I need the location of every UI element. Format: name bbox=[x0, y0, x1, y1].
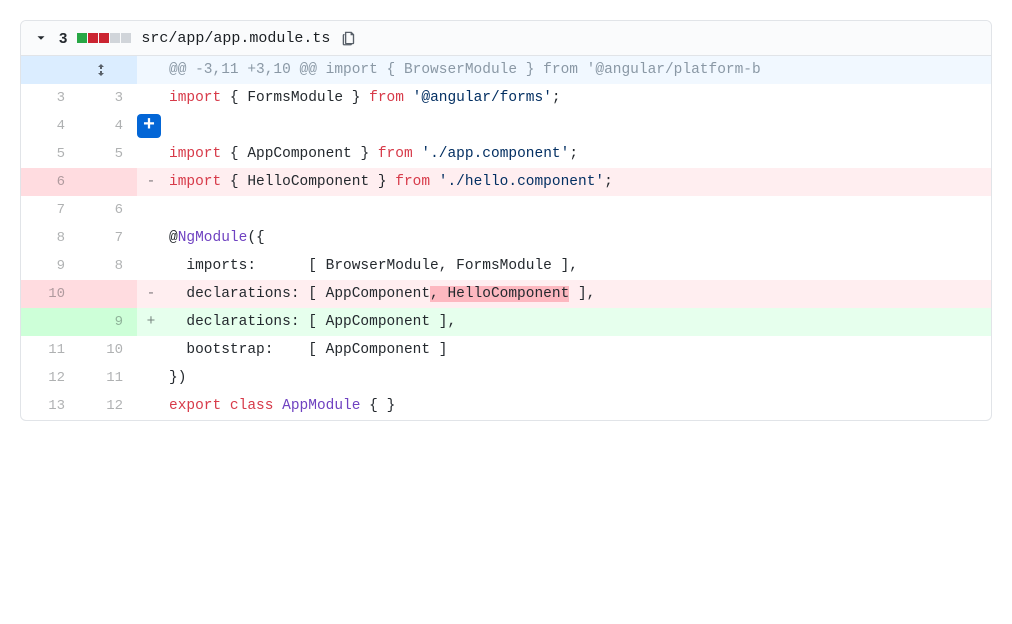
diff-marker bbox=[137, 392, 165, 420]
diff-marker bbox=[137, 196, 165, 224]
line-number-new[interactable]: 3 bbox=[79, 84, 137, 112]
line-number-old[interactable]: 11 bbox=[21, 336, 79, 364]
line-number-old[interactable]: 7 bbox=[21, 196, 79, 224]
line-number-old[interactable]: 5 bbox=[21, 140, 79, 168]
diff-body: @@ -3,11 +3,10 @@ import { BrowserModule… bbox=[21, 56, 991, 420]
line-number-new[interactable]: 4 bbox=[79, 112, 137, 140]
line-number-new[interactable]: 6 bbox=[79, 196, 137, 224]
diff-marker bbox=[137, 252, 165, 280]
diffstat-square bbox=[99, 33, 109, 43]
diff-marker: - bbox=[137, 168, 165, 196]
code-cell bbox=[165, 112, 991, 140]
line-number-new[interactable]: 11 bbox=[79, 364, 137, 392]
change-count: 3 bbox=[59, 30, 67, 47]
line-number-old[interactable]: 4 bbox=[21, 112, 79, 140]
diff-row: 98 imports: [ BrowserModule, FormsModule… bbox=[21, 252, 991, 280]
diff-marker bbox=[137, 84, 165, 112]
line-number-old[interactable] bbox=[21, 308, 79, 336]
line-number-new[interactable]: 12 bbox=[79, 392, 137, 420]
diff-table: @@ -3,11 +3,10 @@ import { BrowserModule… bbox=[21, 56, 991, 420]
diff-marker: + bbox=[137, 112, 165, 140]
diffstat-square bbox=[110, 33, 120, 43]
code-cell: declarations: [ AppComponent ], bbox=[165, 308, 991, 336]
expand-icon bbox=[79, 56, 123, 84]
line-number-old[interactable]: 12 bbox=[21, 364, 79, 392]
code-cell: bootstrap: [ AppComponent ] bbox=[165, 336, 991, 364]
diff-row: 76 bbox=[21, 196, 991, 224]
line-number-old[interactable]: 8 bbox=[21, 224, 79, 252]
diff-row: 1211}) bbox=[21, 364, 991, 392]
diffstat-square bbox=[77, 33, 87, 43]
diff-row: 10 - declarations: [ AppComponent, HelloC… bbox=[21, 280, 991, 308]
diff-marker bbox=[137, 336, 165, 364]
line-number-old[interactable]: 3 bbox=[21, 84, 79, 112]
line-number-new[interactable] bbox=[79, 168, 137, 196]
diff-marker bbox=[137, 364, 165, 392]
code-cell: declarations: [ AppComponent, HelloCompo… bbox=[165, 280, 991, 308]
line-number-new[interactable]: 10 bbox=[79, 336, 137, 364]
file-path[interactable]: src/app/app.module.ts bbox=[141, 30, 330, 47]
diff-marker bbox=[137, 140, 165, 168]
diffstat-square bbox=[88, 33, 98, 43]
line-number-old[interactable]: 6 bbox=[21, 168, 79, 196]
expand-hunk[interactable] bbox=[79, 56, 137, 84]
line-number-old[interactable]: 10 bbox=[21, 280, 79, 308]
diff-row: 1312 export class AppModule { } bbox=[21, 392, 991, 420]
line-number-new[interactable] bbox=[79, 280, 137, 308]
hunk-text: @@ -3,11 +3,10 @@ import { BrowserModule… bbox=[165, 56, 991, 84]
diffstat bbox=[77, 33, 131, 43]
diff-row: 1110 bootstrap: [ AppComponent ] bbox=[21, 336, 991, 364]
diff-row: 55 import { AppComponent } from './app.co… bbox=[21, 140, 991, 168]
add-comment-button[interactable]: + bbox=[137, 114, 161, 138]
chevron-down-icon[interactable] bbox=[33, 30, 49, 46]
line-number-new[interactable]: 8 bbox=[79, 252, 137, 280]
code-cell bbox=[165, 196, 991, 224]
hunk-header: @@ -3,11 +3,10 @@ import { BrowserModule… bbox=[21, 56, 991, 84]
code-cell: export class AppModule { } bbox=[165, 392, 991, 420]
line-number-old[interactable]: 13 bbox=[21, 392, 79, 420]
diff-row: 33 import { FormsModule } from '@angular/… bbox=[21, 84, 991, 112]
line-number-new[interactable]: 5 bbox=[79, 140, 137, 168]
code-cell: @NgModule({ bbox=[165, 224, 991, 252]
line-number-new[interactable]: 9 bbox=[79, 308, 137, 336]
diff-marker: + bbox=[137, 308, 165, 336]
diff-row: 44+ bbox=[21, 112, 991, 140]
diff-row: 6 -import { HelloComponent } from './hell… bbox=[21, 168, 991, 196]
line-number-old[interactable]: 9 bbox=[21, 252, 79, 280]
diff-row: 87 @NgModule({ bbox=[21, 224, 991, 252]
diffstat-square bbox=[121, 33, 131, 43]
diff-file: 3 src/app/app.module.ts @@ -3,11 +3,10 @… bbox=[20, 20, 992, 421]
diff-marker: - bbox=[137, 280, 165, 308]
diff-row: 9+ declarations: [ AppComponent ], bbox=[21, 308, 991, 336]
code-cell: import { FormsModule } from '@angular/fo… bbox=[165, 84, 991, 112]
line-number-new[interactable]: 7 bbox=[79, 224, 137, 252]
clipboard-icon[interactable] bbox=[340, 29, 358, 47]
code-cell: import { HelloComponent } from './hello.… bbox=[165, 168, 991, 196]
code-cell: imports: [ BrowserModule, FormsModule ], bbox=[165, 252, 991, 280]
diff-marker bbox=[137, 224, 165, 252]
code-cell: import { AppComponent } from './app.comp… bbox=[165, 140, 991, 168]
file-header: 3 src/app/app.module.ts bbox=[21, 21, 991, 56]
code-cell: }) bbox=[165, 364, 991, 392]
